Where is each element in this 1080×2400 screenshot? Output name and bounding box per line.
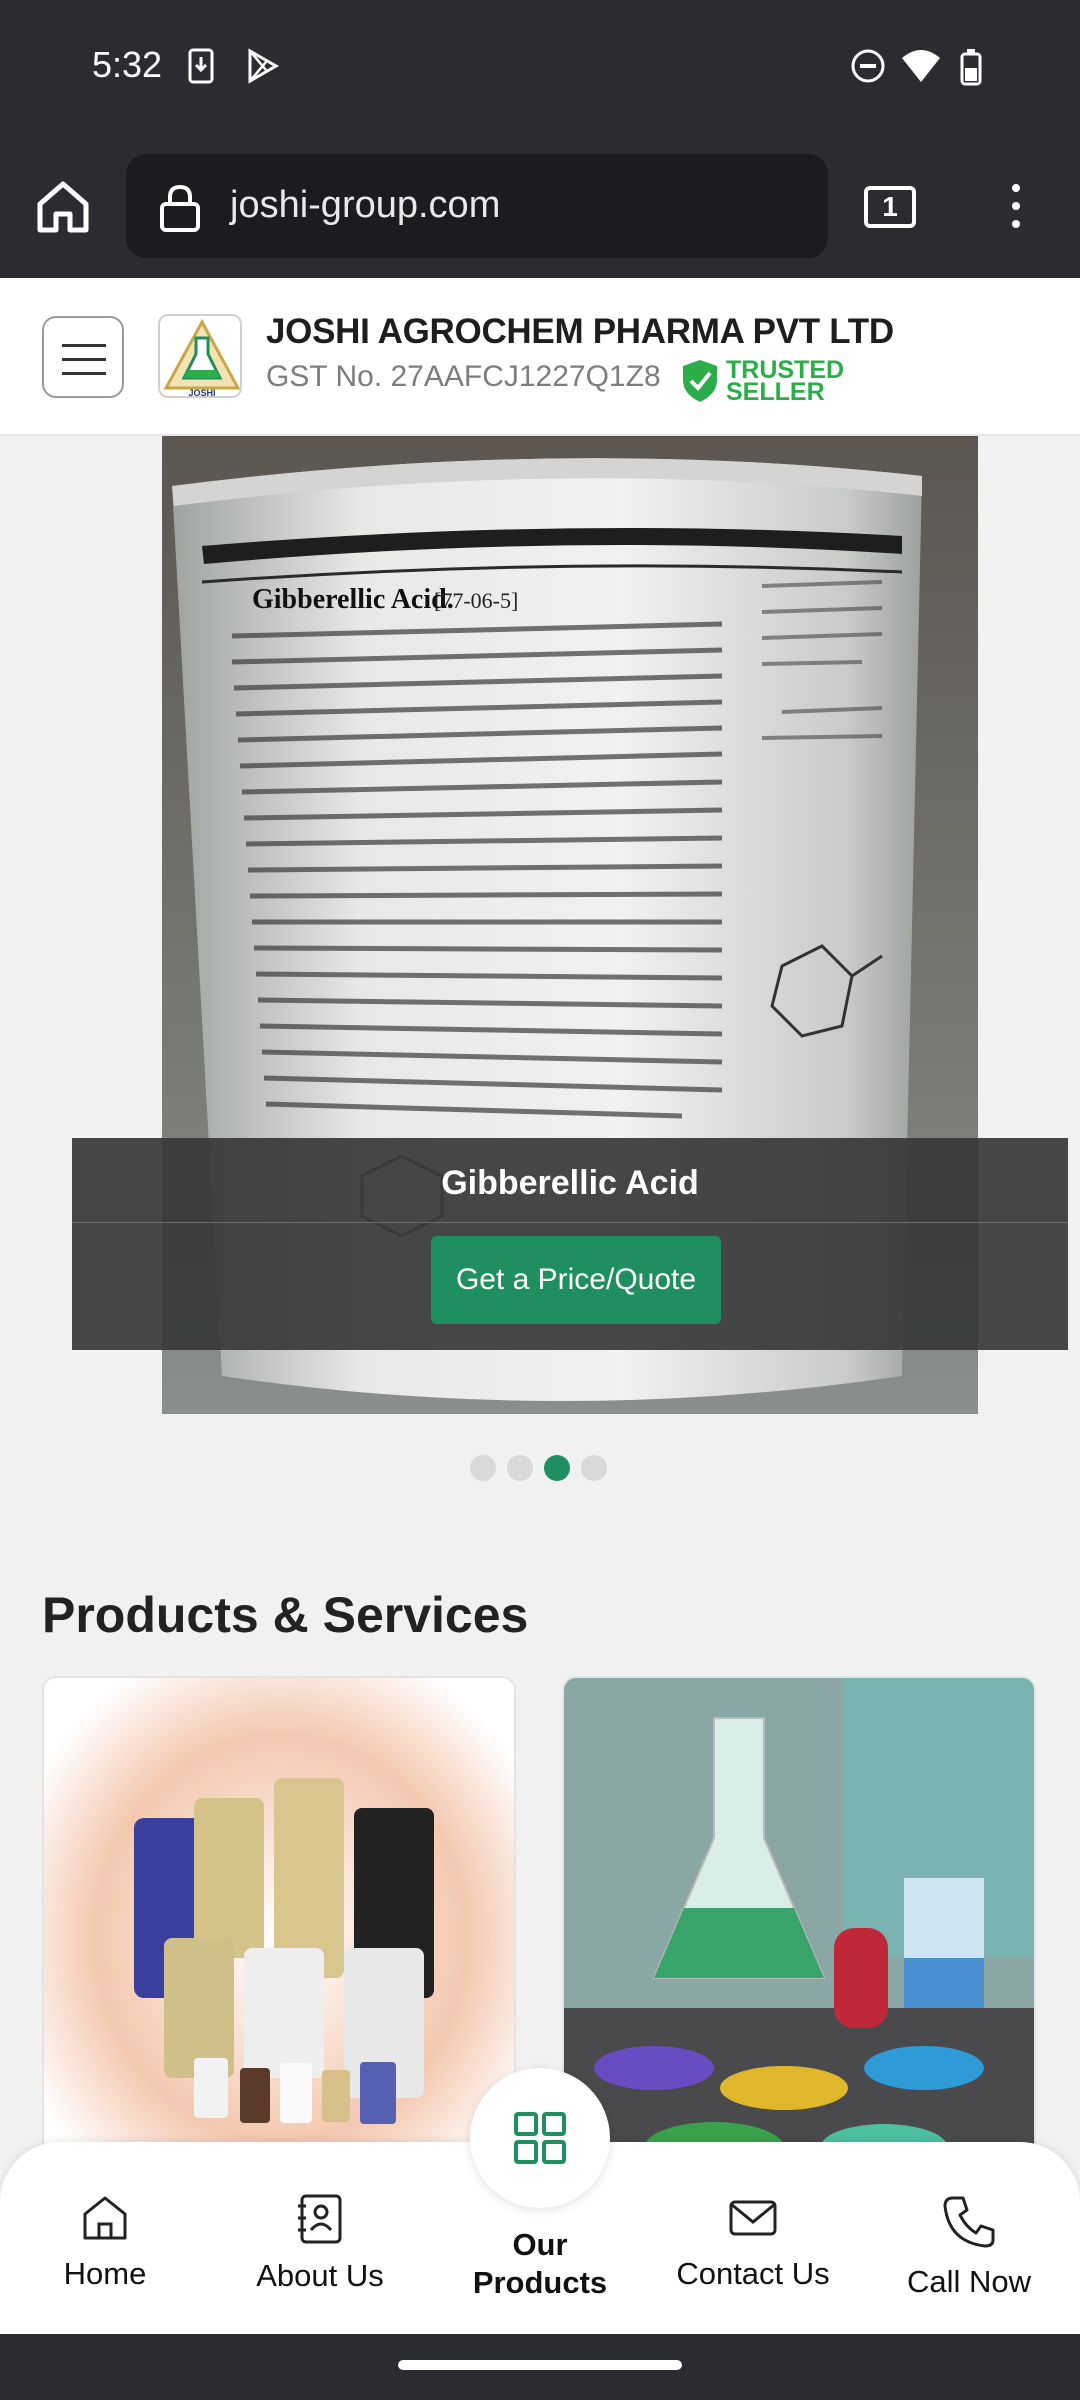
lab-glassware-image [564,1678,1034,2194]
flask-logo-icon: JOSHI [163,318,240,398]
carousel-dot[interactable] [507,1455,533,1481]
product-card[interactable] [562,1676,1036,2196]
nav-home-label: Home [63,2256,147,2291]
slide-caption: Gibberellic Acid Get a Price/Quote [72,1138,1068,1350]
trusted-seller-badge: TRUSTED SELLER [680,356,850,406]
home-icon[interactable] [30,174,96,240]
seller-label: SELLER [726,378,825,406]
tab-switcher-button[interactable]: 1 [864,186,916,228]
browser-toolbar: joshi-group.com 1 [0,134,1080,278]
address-bar[interactable]: joshi-group.com [126,154,828,258]
phone-icon [943,2196,995,2248]
carousel-dot-active[interactable] [544,1455,570,1481]
dnd-icon [851,49,885,83]
label-cas: [77-06-5] [434,588,518,613]
company-name: JOSHI AGROCHEM PHARMA PVT LTD [266,312,894,351]
wifi-icon [902,50,940,82]
play-store-icon [248,48,280,84]
lock-icon [160,184,200,232]
product-carousel[interactable]: Gibberellic Acid. [77-06-5] Gibberellic … [0,436,1080,1481]
home-icon [83,2196,127,2240]
battery-icon [960,49,982,86]
company-logo[interactable]: JOSHI [158,314,242,398]
nav-products-line2: Products [472,2265,608,2300]
carousel-pagination [470,1455,618,1483]
url-text: joshi-group.com [230,184,501,226]
shield-check-icon [683,360,717,402]
contact-book-icon [298,2194,342,2244]
carousel-dot[interactable] [581,1455,607,1481]
label-heading: Gibberellic Acid. [252,584,454,615]
svg-text:JOSHI: JOSHI [188,388,215,398]
nav-call-now[interactable]: Call Now [869,2192,1069,2300]
gst-number: GST No. 27AAFCJ1227Q1Z8 [266,360,661,393]
system-gesture-bar [0,2334,1080,2400]
site-header: JOSHI JOSHI AGROCHEM PHARMA PVT LTD GST … [0,278,1080,436]
status-time: 5:32 [92,44,163,85]
nav-products-line1: Our [512,2227,568,2262]
nav-about-label: About Us [256,2258,384,2293]
nav-home[interactable]: Home [5,2192,205,2292]
get-quote-button[interactable]: Get a Price/Quote [431,1236,721,1324]
hamburger-menu-button[interactable] [42,316,124,398]
status-bar: 5:32 [0,0,1080,134]
nav-our-products-label[interactable]: Our Products [440,2226,640,2302]
chemical-containers-image [44,1678,514,2194]
nav-about-us[interactable]: About Us [220,2192,420,2294]
nav-call-label: Call Now [906,2264,1032,2299]
nav-contact-us[interactable]: Contact Us [653,2192,853,2292]
nav-contact-label: Contact Us [676,2256,830,2291]
home-gesture-pill[interactable] [398,2360,682,2370]
our-products-button[interactable] [470,2068,610,2208]
grid-icon [514,2112,566,2164]
screen: 5:32 joshi-group.com 1 JOSHI JOSHI AGROC… [0,0,1080,2400]
download-icon [188,48,214,84]
mail-icon [729,2200,777,2236]
carousel-dot[interactable] [470,1455,496,1481]
slide-title: Gibberellic Acid [441,1164,699,1202]
product-card[interactable] [42,1676,516,2196]
overflow-menu-icon[interactable] [1004,180,1028,234]
products-section-title: Products & Services [42,1587,529,1643]
caption-divider [72,1222,1068,1223]
